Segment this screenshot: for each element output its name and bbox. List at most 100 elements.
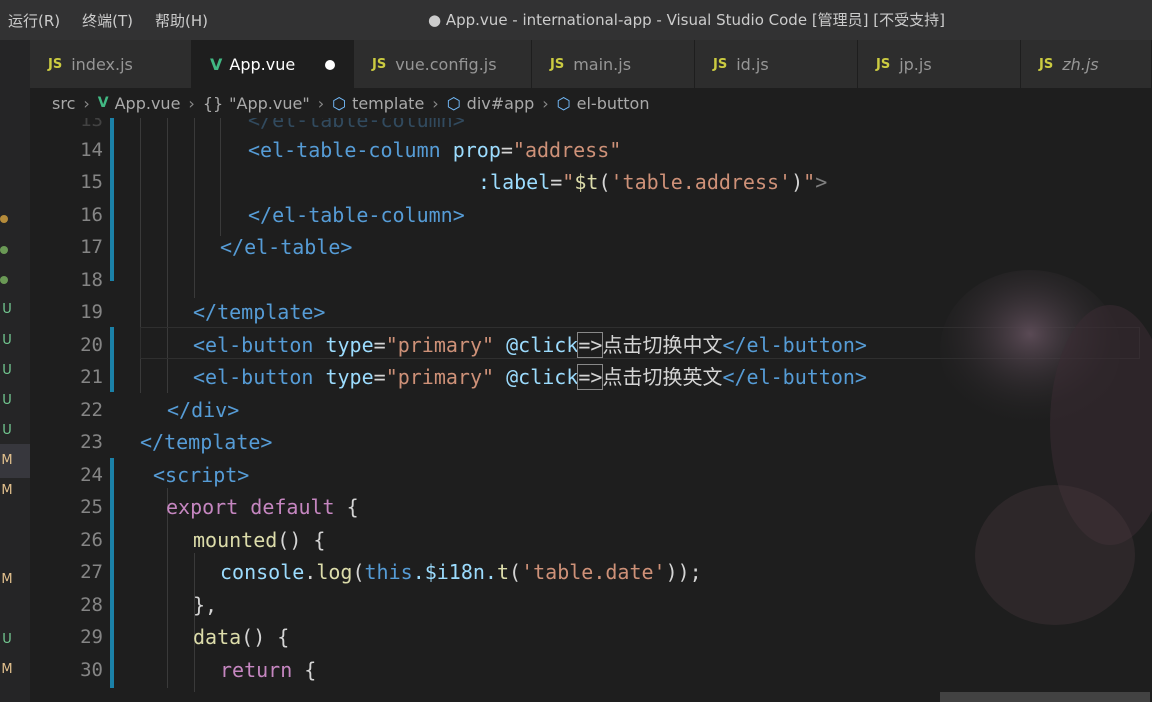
code-editor[interactable]: 13 </el-table-column> 14 <el-table-colum… xyxy=(30,118,1152,692)
line-number: 23 xyxy=(80,431,103,453)
tab-index-js[interactable]: JS index.js xyxy=(30,40,192,88)
git-status-modified[interactable]: M xyxy=(0,453,14,468)
code-token: </template> xyxy=(193,300,326,324)
code-token: => xyxy=(577,364,604,390)
status-dot-icon xyxy=(0,276,8,284)
title-bar: 运行(R) 终端(T) 帮助(H) ● App.vue - internatio… xyxy=(0,0,1152,40)
tab-label: App.vue xyxy=(229,54,296,74)
chevron-right-icon: › xyxy=(188,93,195,113)
breadcrumb-src[interactable]: src xyxy=(52,94,75,113)
js-file-icon: JS xyxy=(550,56,565,72)
breadcrumb-file[interactable]: App.vue xyxy=(115,94,181,113)
git-status-untracked[interactable]: U xyxy=(0,423,14,438)
js-file-icon: JS xyxy=(876,56,891,72)
code-token: </el-button> xyxy=(722,333,867,357)
tab-label: vue.config.js xyxy=(395,54,497,74)
js-file-icon: JS xyxy=(713,56,728,72)
line-number: 24 xyxy=(80,464,103,486)
code-line: 14 <el-table-column prop="address" xyxy=(30,134,1152,166)
git-status-modified[interactable]: M xyxy=(0,572,14,587)
code-text: </el-table> xyxy=(220,231,352,263)
explorer-strip: U U U U U M M M U M xyxy=(0,40,30,702)
status-dot-icon xyxy=(0,215,8,223)
code-line: 16 </el-table-column> xyxy=(30,199,1152,231)
js-file-icon: JS xyxy=(48,56,63,72)
code-token: ( xyxy=(352,560,365,584)
code-token: .$i18n. xyxy=(412,560,497,584)
code-token: <el-button xyxy=(193,333,314,357)
code-line: 25 export default { xyxy=(30,491,1152,523)
code-token: @click xyxy=(506,365,579,389)
menu-terminal[interactable]: 终端(T) xyxy=(82,10,133,31)
code-token: <el-button xyxy=(193,365,314,389)
line-number: 17 xyxy=(80,236,103,258)
menu-run[interactable]: 运行(R) xyxy=(8,10,60,31)
code-token: return xyxy=(220,658,293,682)
menu-bar: 运行(R) 终端(T) 帮助(H) xyxy=(8,0,208,40)
code-token: 'table.date' xyxy=(521,560,666,584)
code-text: }, xyxy=(193,589,217,621)
git-status-untracked[interactable]: U xyxy=(0,333,14,348)
line-number: 19 xyxy=(80,301,103,323)
code-text: return { xyxy=(220,654,316,686)
js-file-icon: JS xyxy=(372,56,387,72)
git-status-untracked[interactable]: U xyxy=(0,393,14,408)
breadcrumb-div[interactable]: div#app xyxy=(467,94,535,113)
code-token: mounted xyxy=(193,528,278,552)
code-text: console.log(this.$i18n.t('table.date')); xyxy=(220,556,702,588)
breadcrumb-module[interactable]: "App.vue" xyxy=(229,94,310,113)
code-token: ( xyxy=(509,560,522,584)
code-token: = xyxy=(373,365,386,389)
code-token: 点击切换英文 xyxy=(602,365,723,389)
tab-vue-config-js[interactable]: JS vue.config.js xyxy=(354,40,532,88)
tab-main-js[interactable]: JS main.js xyxy=(532,40,695,88)
code-line: 23 </template> xyxy=(30,426,1152,458)
breadcrumb-template[interactable]: template xyxy=(352,94,424,113)
tab-label: jp.js xyxy=(899,54,932,74)
code-token: > xyxy=(815,170,828,194)
git-status-untracked[interactable]: U xyxy=(0,363,14,378)
line-number: 25 xyxy=(80,496,103,518)
code-token: "primary" xyxy=(385,365,495,389)
code-token: </el-table-column> xyxy=(248,118,465,132)
line-number: 18 xyxy=(80,269,103,291)
line-number: 22 xyxy=(80,399,103,421)
git-status-untracked[interactable]: U xyxy=(0,632,14,647)
code-token: ( xyxy=(598,170,611,194)
tab-zh-js[interactable]: JS zh.js xyxy=(1021,40,1152,88)
breadcrumb: src › V App.vue › {} "App.vue" › ⬡ templ… xyxy=(30,88,1152,118)
line-number: 15 xyxy=(80,171,103,193)
symbol-cube-icon: ⬡ xyxy=(332,93,347,113)
code-token: </div> xyxy=(167,398,240,422)
code-token: 'table.address' xyxy=(610,170,792,194)
code-text: <script> xyxy=(153,459,249,491)
code-token: ) xyxy=(791,170,804,194)
line-number: 20 xyxy=(80,334,103,356)
tab-id-js[interactable]: JS id.js xyxy=(695,40,858,88)
code-token: "address" xyxy=(512,138,622,162)
tab-app-vue[interactable]: V App.vue xyxy=(192,40,354,88)
chevron-right-icon: › xyxy=(83,93,90,113)
code-line: 24 <script> xyxy=(30,459,1152,491)
tab-label: index.js xyxy=(71,54,133,74)
scrollbar-thumb[interactable] xyxy=(940,692,1150,702)
code-token: $t xyxy=(574,170,599,194)
code-token: </el-button> xyxy=(722,365,867,389)
breadcrumb-button[interactable]: el-button xyxy=(577,94,650,113)
status-dot-icon xyxy=(0,246,8,254)
code-token: type xyxy=(325,333,374,357)
horizontal-scrollbar[interactable] xyxy=(30,692,1152,702)
modified-dot-icon[interactable] xyxy=(325,60,335,70)
tab-jp-js[interactable]: JS jp.js xyxy=(858,40,1021,88)
code-line: 19 </template> xyxy=(30,296,1152,328)
git-status-modified[interactable]: M xyxy=(0,483,14,498)
chevron-right-icon: › xyxy=(317,93,325,113)
code-token: "primary" xyxy=(385,333,495,357)
code-line: 18 xyxy=(30,264,1152,296)
code-line: 20 <el-button type="primary" @click=>点击切… xyxy=(30,329,1152,361)
chevron-right-icon: › xyxy=(542,93,549,113)
git-status-untracked[interactable]: U xyxy=(0,302,14,317)
menu-help[interactable]: 帮助(H) xyxy=(155,10,208,31)
code-token: console xyxy=(220,560,305,584)
git-status-modified[interactable]: M xyxy=(0,662,14,677)
